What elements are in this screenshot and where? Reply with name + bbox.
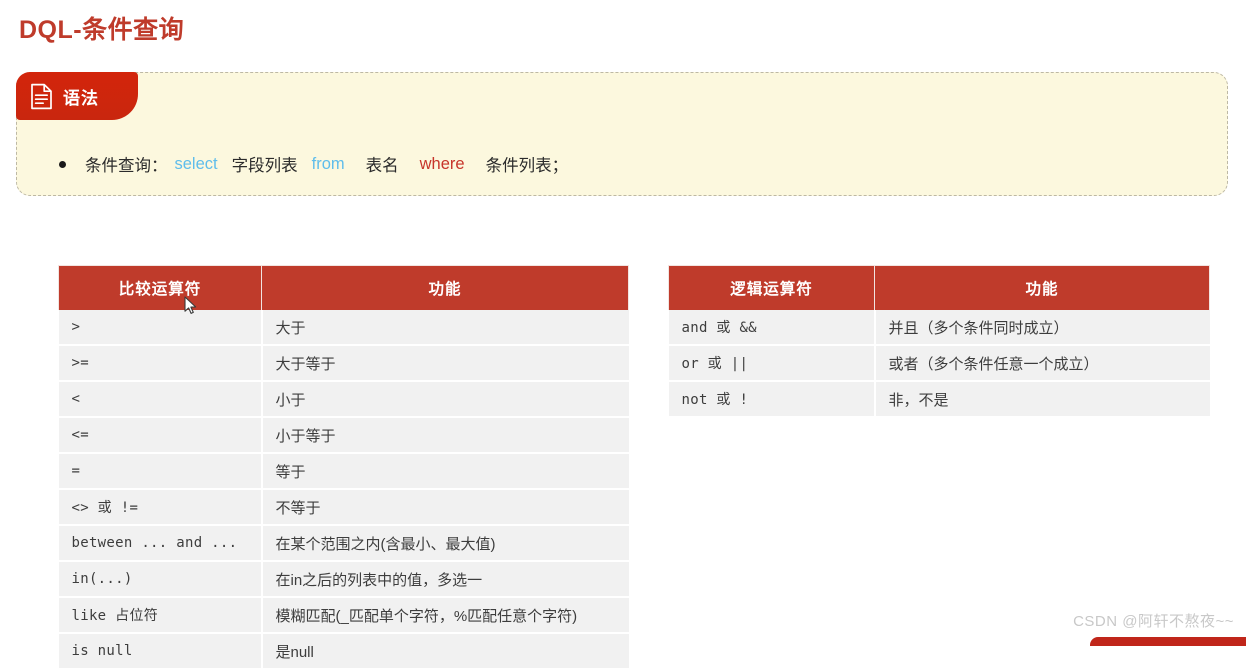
table-row: = 等于 (58, 453, 629, 490)
column-header-operator: 比较运算符 (58, 265, 262, 310)
column-header-operator: 逻辑运算符 (668, 265, 875, 310)
token-table-name: 表名 (365, 157, 399, 175)
cell-description: 等于 (261, 453, 629, 490)
cell-operator: between ... and ... (58, 525, 263, 562)
table-row: <= 小于等于 (58, 417, 629, 454)
token-field-list: 字段列表 (231, 157, 298, 175)
cell-operator: <= (58, 417, 263, 454)
table-row: <> 或 != 不等于 (58, 489, 629, 526)
cell-operator: or 或 || (668, 345, 876, 382)
cell-operator: in(...) (58, 561, 263, 598)
syntax-bullet-label: 条件查询： (85, 157, 168, 175)
cell-operator: >= (58, 345, 263, 382)
cell-operator: < (58, 381, 263, 418)
table-row: or 或 || 或者（多个条件任意一个成立） (668, 345, 1210, 382)
table-row: in(...) 在in之后的列表中的值，多选一 (58, 561, 629, 598)
comparison-operator-table: 比较运算符 功能 > 大于 >= 大于等于 < 小于 <= 小于等于 = 等于 … (58, 265, 629, 670)
bullet-dot-icon (59, 160, 66, 168)
table-header-row: 逻辑运算符 功能 (668, 265, 1210, 310)
cell-description: 并且（多个条件同时成立） (874, 310, 1210, 346)
document-icon (30, 83, 53, 110)
token-condition-list: 条件列表； (485, 157, 569, 175)
table-row: < 小于 (58, 381, 629, 418)
cell-operator: and 或 && (668, 310, 876, 346)
table-row: >= 大于等于 (58, 345, 629, 382)
table-header-row: 比较运算符 功能 (58, 265, 629, 310)
cell-operator: is null (58, 633, 263, 670)
table-row: is null 是null (58, 633, 629, 670)
cell-description: 模糊匹配(_匹配单个字符，%匹配任意个字符) (261, 597, 629, 634)
syntax-badge-label: 语法 (63, 88, 99, 108)
cell-description: 小于等于 (261, 417, 629, 454)
cell-description: 大于 (261, 310, 629, 346)
column-header-function: 功能 (874, 265, 1210, 310)
page-title: DQL-条件查询 (19, 16, 185, 44)
syntax-badge: 语法 (16, 72, 138, 120)
table-row: and 或 && 并且（多个条件同时成立） (668, 310, 1210, 346)
cell-operator: <> 或 != (58, 489, 263, 526)
table-row: not 或 ! 非，不是 (668, 381, 1210, 418)
cell-description: 非，不是 (874, 381, 1210, 418)
cell-operator: not 或 ! (668, 381, 876, 418)
cell-description: 大于等于 (261, 345, 629, 382)
cell-operator: like 占位符 (58, 597, 263, 634)
bottom-red-banner (1090, 637, 1246, 646)
keyword-where: where (419, 154, 465, 173)
cell-description: 在某个范围之内(含最小、最大值) (261, 525, 629, 562)
syntax-callout-box: 语法 条件查询： select 字段列表 from 表名 where 条件列表； (16, 72, 1228, 196)
cell-description: 不等于 (261, 489, 629, 526)
keyword-select: select (174, 154, 218, 173)
syntax-body: 条件查询： select 字段列表 from 表名 where 条件列表； (17, 133, 1227, 195)
table-row: between ... and ... 在某个范围之内(含最小、最大值) (58, 525, 629, 562)
cell-description: 或者（多个条件任意一个成立） (874, 345, 1210, 382)
cell-operator: > (58, 310, 263, 346)
logical-operator-table: 逻辑运算符 功能 and 或 && 并且（多个条件同时成立） or 或 || 或… (668, 265, 1210, 418)
cell-description: 是null (261, 633, 629, 670)
cell-description: 在in之后的列表中的值，多选一 (261, 561, 629, 598)
table-row: > 大于 (58, 310, 629, 346)
column-header-function: 功能 (261, 265, 629, 310)
keyword-from: from (311, 154, 345, 173)
table-row: like 占位符 模糊匹配(_匹配单个字符，%匹配任意个字符) (58, 597, 629, 634)
cell-operator: = (58, 453, 263, 490)
syntax-bullet-row: 条件查询： select 字段列表 from 表名 where 条件列表； (17, 152, 568, 176)
csdn-watermark: CSDN @阿轩不熬夜~~ (1073, 613, 1234, 630)
cell-description: 小于 (261, 381, 629, 418)
